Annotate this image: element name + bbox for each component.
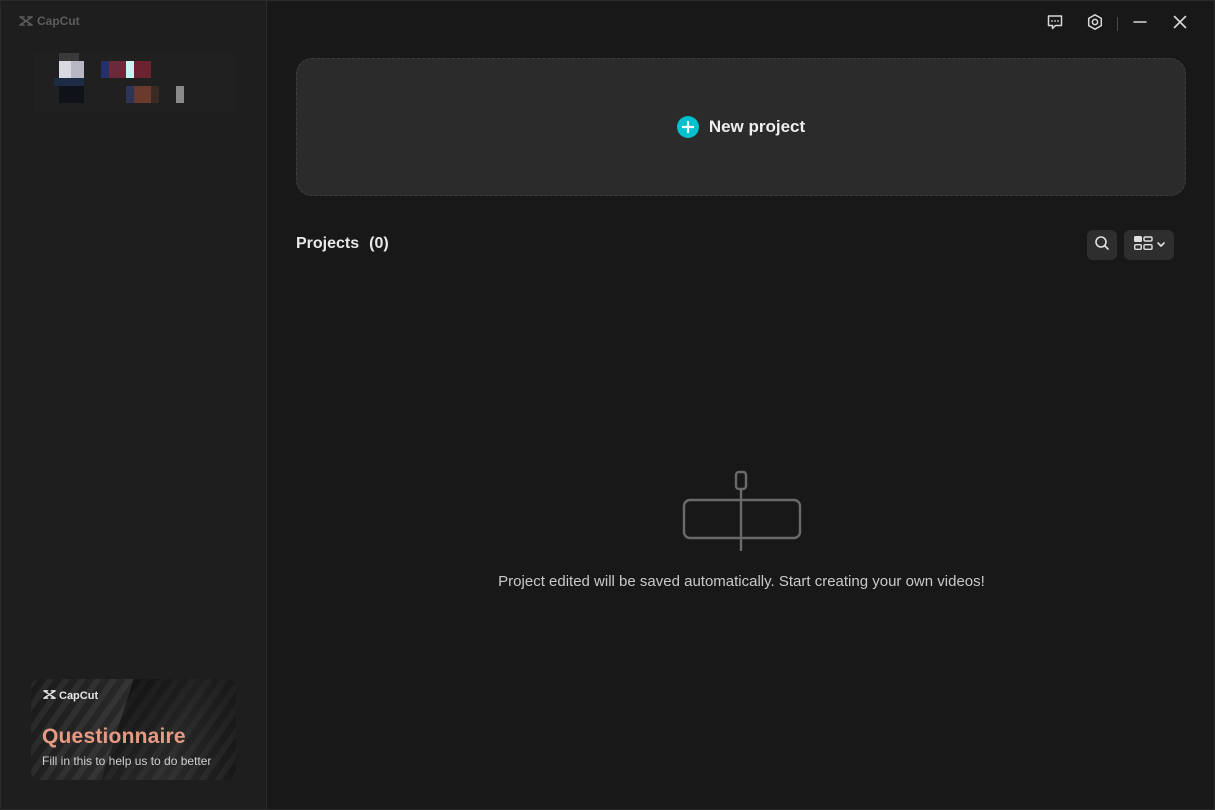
brand-name: CapCut: [37, 14, 80, 28]
search-icon: [1094, 235, 1110, 256]
app-brand: CapCut: [19, 14, 80, 28]
empty-state-message: Project edited will be saved automatical…: [498, 573, 985, 590]
main-panel: New project Projects (0) Project edited …: [267, 1, 1214, 809]
chevron-down-icon: [1156, 236, 1166, 254]
new-project-button[interactable]: New project: [296, 58, 1186, 196]
project-search-button[interactable]: [1087, 230, 1117, 260]
plus-circle-icon: [676, 116, 699, 138]
close-icon: [1172, 14, 1188, 35]
settings-icon: [1086, 13, 1104, 36]
banner-brand: CapCut: [43, 689, 98, 703]
window-controls: [1035, 13, 1200, 35]
questionnaire-subtitle: Fill in this to help us to do better: [42, 754, 212, 768]
sidebar: CapCut CapCut Questionnaire Fill in this…: [1, 1, 267, 809]
feedback-button[interactable]: [1035, 13, 1075, 35]
close-button[interactable]: [1160, 13, 1200, 35]
capcut-window: CapCut CapCut Questionnaire Fill in this…: [0, 0, 1215, 810]
capcut-logo-icon: [19, 15, 33, 27]
banner-brand-name: CapCut: [59, 690, 99, 702]
questionnaire-banner[interactable]: CapCut Questionnaire Fill in this to hel…: [31, 679, 236, 780]
empty-timeline-icon: [679, 469, 803, 555]
capcut-logo-icon: [43, 689, 56, 703]
minimize-button[interactable]: [1120, 13, 1160, 35]
questionnaire-title: Questionnaire: [42, 725, 186, 748]
account-card[interactable]: [34, 53, 236, 113]
controls-divider: [1117, 17, 1118, 31]
projects-title: Projects: [296, 235, 360, 252]
projects-count: (0): [369, 235, 389, 252]
grid-view-icon: [1133, 235, 1153, 256]
minimize-icon: [1132, 14, 1148, 35]
new-project-label: New project: [708, 117, 806, 136]
chat-feedback-icon: [1046, 13, 1064, 36]
settings-button[interactable]: [1075, 13, 1115, 35]
projects-header: Projects (0): [296, 235, 389, 253]
view-mode-dropdown[interactable]: [1124, 230, 1174, 260]
